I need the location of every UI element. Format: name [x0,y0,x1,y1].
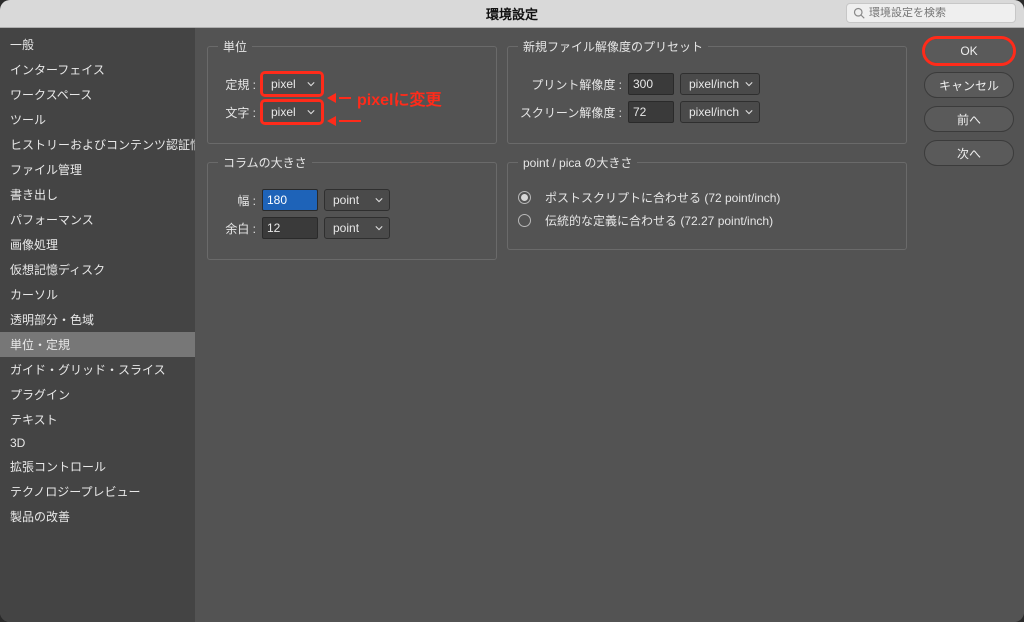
sidebar-item[interactable]: ファイル管理 [0,157,195,182]
type-unit-select[interactable]: pixel [262,101,322,123]
sidebar-item[interactable]: ツール [0,107,195,132]
print-res-input[interactable] [628,73,674,95]
sidebar-item[interactable]: 画像処理 [0,232,195,257]
titlebar: 環境設定 [0,0,1024,28]
print-res-unit-select[interactable]: pixel/inch [680,73,760,95]
sidebar-item[interactable]: ガイド・グリッド・スライス [0,357,195,382]
panel-unit: 単位 定規 : pixel 文字 : pixel [207,38,497,144]
ruler-unit-select[interactable]: pixel [262,73,322,95]
chevron-down-icon [745,80,753,88]
search-input[interactable] [869,7,1009,19]
column-gutter-input[interactable] [262,217,318,239]
panel-column: コラムの大きさ 幅 : point 余白 : point [207,154,497,260]
chevron-down-icon [745,108,753,116]
chevron-down-icon [375,196,383,204]
screen-res-label: スクリーン解像度 : [518,104,622,121]
sidebar-item[interactable]: インターフェイス [0,57,195,82]
window-title: 環境設定 [486,4,538,23]
radio-icon [518,214,531,227]
search-box[interactable] [846,3,1016,23]
panel-preset-legend: 新規ファイル解像度のプリセット [518,38,708,55]
ruler-label: 定規 : [218,76,256,93]
sidebar-item[interactable]: パフォーマンス [0,207,195,232]
column-gutter-unit-select[interactable]: point [324,217,390,239]
sidebar-item[interactable]: 製品の改善 [0,504,195,529]
panel-preset: 新規ファイル解像度のプリセット プリント解像度 : pixel/inch スクリ… [507,38,907,144]
print-res-label: プリント解像度 : [518,76,622,93]
sidebar-item[interactable]: 仮想記憶ディスク [0,257,195,282]
panel-unit-legend: 単位 [218,38,252,55]
next-button[interactable]: 次へ [924,140,1014,166]
column-width-label: 幅 : [218,192,256,209]
ok-button[interactable]: OK [924,38,1014,64]
chevron-down-icon [375,224,383,232]
type-label: 文字 : [218,104,256,121]
dialog-body: 一般インターフェイスワークスペースツールヒストリーおよびコンテンツ認証情報ファイ… [0,28,1024,622]
sidebar-item[interactable]: ヒストリーおよびコンテンツ認証情報 [0,132,195,157]
sidebar-item[interactable]: カーソル [0,282,195,307]
sidebar-item[interactable]: 一般 [0,32,195,57]
preferences-window: 環境設定 一般インターフェイスワークスペースツールヒストリーおよびコンテンツ認証… [0,0,1024,622]
chevron-down-icon [307,80,315,88]
sidebar-item[interactable]: 透明部分・色域 [0,307,195,332]
radio-option-traditional[interactable]: 伝統的な定義に合わせる (72.27 point/inch) [518,212,896,229]
screen-res-unit-select[interactable]: pixel/inch [680,101,760,123]
column-width-input[interactable] [262,189,318,211]
sidebar-item[interactable]: プラグイン [0,382,195,407]
sidebar-item[interactable]: 拡張コントロール [0,454,195,479]
prev-button[interactable]: 前へ [924,106,1014,132]
ruler-unit-value: pixel [271,77,296,91]
sidebar-item[interactable]: テクノロジープレビュー [0,479,195,504]
sidebar-item[interactable]: 書き出し [0,182,195,207]
action-buttons: OK キャンセル 前へ 次へ [924,28,1024,622]
radio-option-postscript[interactable]: ポストスクリプトに合わせる (72 point/inch) [518,189,896,206]
column-width-unit-select[interactable]: point [324,189,390,211]
chevron-down-icon [307,108,315,116]
sidebar-item[interactable]: 単位・定規 [0,332,195,357]
screen-res-input[interactable] [628,101,674,123]
type-unit-value: pixel [271,105,296,119]
cancel-button[interactable]: キャンセル [924,72,1014,98]
column-gutter-label: 余白 : [218,220,256,237]
content-area: 単位 定規 : pixel 文字 : pixel [195,28,924,622]
panel-pointpica: point / pica の大きさ ポストスクリプトに合わせる (72 poin… [507,154,907,250]
radio-icon [518,191,531,204]
panel-column-legend: コラムの大きさ [218,154,312,171]
search-icon [853,7,865,19]
sidebar-item[interactable]: テキスト [0,407,195,432]
sidebar-item[interactable]: 3D [0,432,195,454]
sidebar-item[interactable]: ワークスペース [0,82,195,107]
sidebar: 一般インターフェイスワークスペースツールヒストリーおよびコンテンツ認証情報ファイ… [0,28,195,622]
panel-pointpica-legend: point / pica の大きさ [518,154,637,171]
